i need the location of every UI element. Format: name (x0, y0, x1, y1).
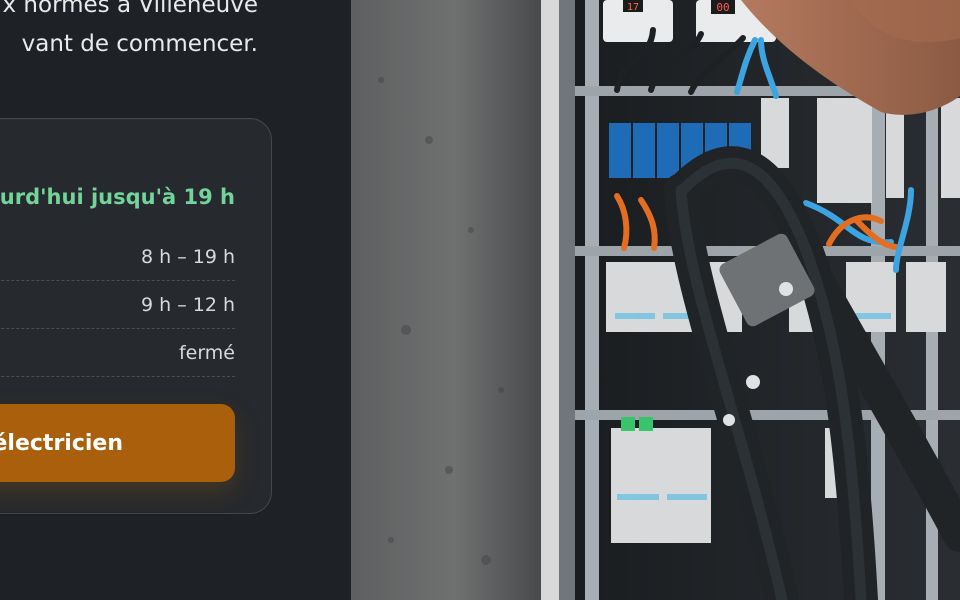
hours-value: 9 h – 12 h (140, 293, 235, 316)
contact-panel: x normes à Villeneuve vant de commencer.… (0, 0, 351, 600)
intro-line-2: vant de commencer. (21, 31, 258, 57)
hours-row: 8 h – 19 h (0, 233, 235, 281)
open-status: urd'hui jusqu'à 19 h (0, 185, 235, 209)
intro-text: x normes à Villeneuve vant de commencer. (3, 0, 259, 64)
opening-hours-card: urd'hui jusqu'à 19 h 8 h – 19 h 9 h – 12… (0, 118, 272, 514)
intro-line-1: x normes à Villeneuve (2, 0, 259, 18)
contact-electrician-button[interactable]: électricien (0, 404, 235, 482)
electrical-panel-photo: 17 00 (351, 0, 960, 600)
display-right-value: 00 (716, 1, 729, 14)
hours-row: fermé (0, 329, 235, 377)
hours-row: 9 h – 12 h (0, 281, 235, 329)
display-left-value: 17 (627, 2, 639, 13)
electrical-panel-image: 17 00 (351, 0, 960, 600)
hours-value: fermé (178, 341, 235, 364)
hours-list: 8 h – 19 h 9 h – 12 h fermé (0, 233, 235, 377)
hours-value: 8 h – 19 h (140, 245, 235, 268)
page: x normes à Villeneuve vant de commencer.… (0, 0, 960, 600)
